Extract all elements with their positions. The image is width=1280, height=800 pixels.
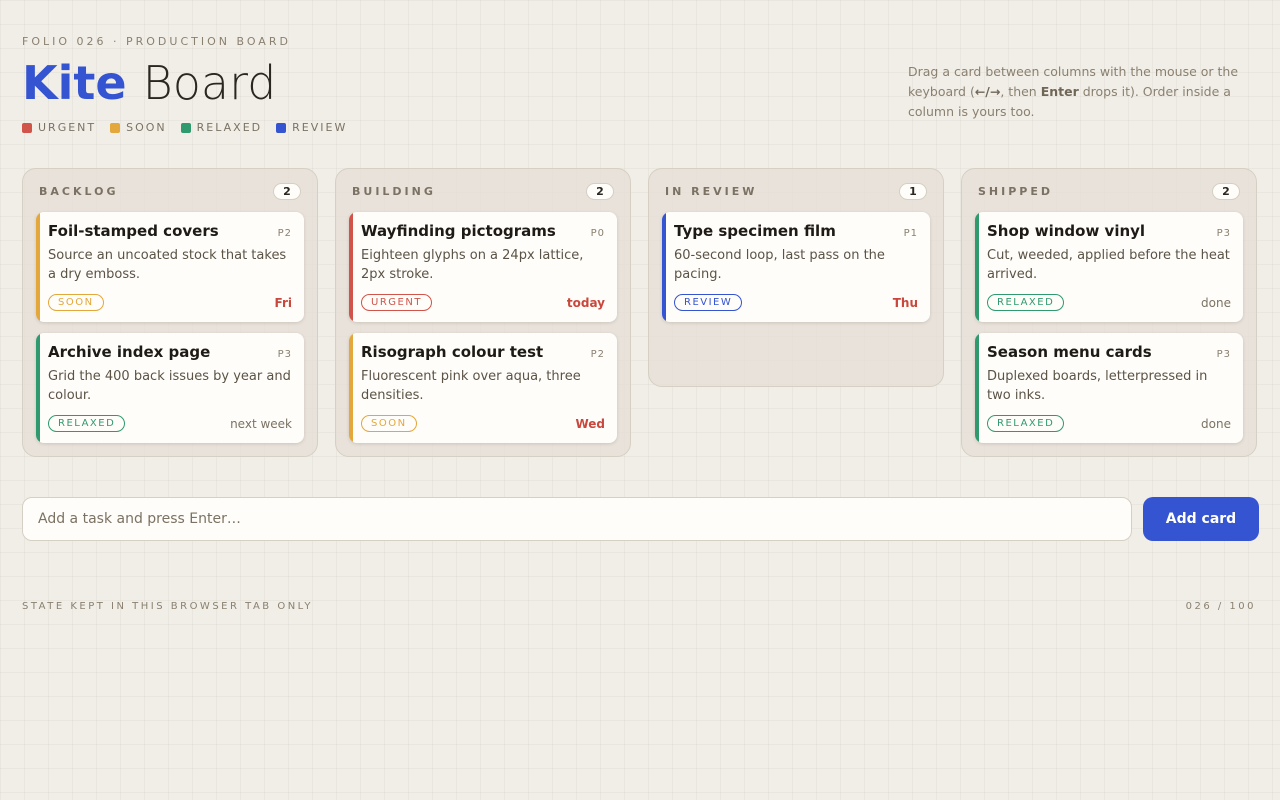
- card-title: Wayfinding pictograms: [361, 222, 556, 240]
- task-card[interactable]: Type specimen film P1 60-second loop, la…: [662, 212, 930, 322]
- title-brand: Kite: [22, 56, 127, 110]
- task-card[interactable]: Risograph colour test P2 Fluorescent pin…: [349, 333, 617, 443]
- column-count-badge: 1: [899, 182, 927, 200]
- card-description: Source an uncoated stock that takes a dr…: [48, 248, 287, 282]
- column-in-review[interactable]: IN REVIEW 1 Type specimen film P1 60-sec…: [648, 168, 944, 387]
- card-due: Wed: [575, 416, 605, 431]
- column-header: SHIPPED 2: [975, 181, 1243, 201]
- column-title: IN REVIEW: [665, 184, 758, 198]
- card-description: Duplexed boards, letterpressed in two in…: [987, 369, 1208, 403]
- task-card[interactable]: Archive index page P3 Grid the 400 back …: [36, 333, 304, 443]
- card-due: Thu: [892, 295, 918, 310]
- card-priority: P1: [903, 228, 918, 239]
- card-priority: P2: [590, 349, 605, 360]
- column-title: SHIPPED: [978, 184, 1053, 198]
- urgent-color-swatch: [22, 122, 32, 133]
- card-due: next week: [230, 416, 292, 431]
- relaxed-color-swatch: [180, 122, 191, 133]
- add-task-input[interactable]: [22, 497, 1132, 541]
- card-priority: P3: [1216, 228, 1231, 239]
- add-task-row: Add card: [22, 497, 1259, 541]
- task-card[interactable]: Shop window vinyl P3 Cut, weeded, applie…: [975, 212, 1243, 322]
- column-count-badge: 2: [273, 182, 301, 200]
- column-shipped[interactable]: SHIPPED 2 Shop window vinyl P3 Cut, weed…: [961, 168, 1257, 457]
- priority-bar: [349, 212, 353, 322]
- column-title: BUILDING: [352, 184, 436, 198]
- column-header: BUILDING 2: [349, 181, 617, 201]
- column-count-badge: 2: [586, 182, 614, 200]
- task-card[interactable]: Wayfinding pictograms P0 Eighteen glyphs…: [349, 212, 617, 322]
- legend-label: URGENT: [38, 121, 97, 134]
- add-card-button[interactable]: Add card: [1143, 497, 1259, 541]
- column-building[interactable]: BUILDING 2 Wayfinding pictograms P0 Eigh…: [335, 168, 631, 457]
- soon-color-swatch: [110, 122, 121, 133]
- column-title: BACKLOG: [39, 184, 119, 198]
- card-priority: P2: [277, 228, 292, 239]
- page-title: Kite Board: [22, 55, 276, 111]
- status-tag: RELAXED: [987, 294, 1065, 311]
- card-description: 60-second loop, last pass on the pacing.: [674, 248, 885, 282]
- hint-arrow-keys: ←/→: [974, 84, 1001, 99]
- priority-bar: [662, 212, 666, 322]
- card-title: Shop window vinyl: [987, 222, 1146, 240]
- status-tag: RELAXED: [987, 415, 1065, 432]
- hint-text: , then: [1000, 84, 1041, 99]
- card-title: Risograph colour test: [361, 343, 544, 361]
- legend-item-urgent: URGENT: [22, 121, 96, 134]
- task-card[interactable]: Foil-stamped covers P2 Source an uncoate…: [36, 212, 304, 322]
- legend-item-relaxed: RELAXED: [180, 121, 263, 134]
- card-due: done: [1201, 416, 1231, 431]
- folio-label: FOLIO 026 · PRODUCTION BOARD: [22, 35, 291, 48]
- card-due: Fri: [274, 295, 292, 310]
- card-description: Grid the 400 back issues by year and col…: [48, 369, 291, 403]
- column-backlog[interactable]: BACKLOG 2 Foil-stamped covers P2 Source …: [22, 168, 318, 457]
- status-tag: RELAXED: [48, 415, 126, 432]
- storage-note: STATE KEPT IN THIS BROWSER TAB ONLY: [22, 601, 314, 612]
- card-title: Foil-stamped covers: [48, 222, 219, 240]
- priority-bar: [975, 212, 979, 322]
- legend-item-review: REVIEW: [276, 121, 347, 134]
- status-tag: REVIEW: [674, 294, 743, 311]
- legend-label: RELAXED: [196, 121, 263, 134]
- priority-legend: URGENT SOON RELAXED REVIEW: [22, 121, 347, 134]
- card-priority: P3: [1216, 349, 1231, 360]
- board-columns: BACKLOG 2 Foil-stamped covers P2 Source …: [22, 168, 1257, 457]
- card-priority: P3: [277, 349, 292, 360]
- hint-enter-key: Enter: [1040, 84, 1079, 99]
- column-count-badge: 2: [1212, 182, 1240, 200]
- keyboard-hint: Drag a card between columns with the mou…: [908, 62, 1248, 122]
- folio-counter: 026 / 100: [1185, 601, 1256, 612]
- legend-item-soon: SOON: [110, 121, 167, 134]
- review-color-swatch: [276, 122, 287, 133]
- card-title: Archive index page: [48, 343, 211, 361]
- card-priority: P0: [590, 228, 605, 239]
- column-header: BACKLOG 2: [36, 181, 304, 201]
- task-card[interactable]: Season menu cards P3 Duplexed boards, le…: [975, 333, 1243, 443]
- card-title: Season menu cards: [987, 343, 1152, 361]
- priority-bar: [975, 333, 979, 443]
- priority-bar: [36, 333, 40, 443]
- card-due: today: [566, 295, 605, 310]
- priority-bar: [349, 333, 353, 443]
- legend-label: REVIEW: [292, 121, 348, 134]
- column-header: IN REVIEW 1: [662, 181, 930, 201]
- legend-label: SOON: [126, 121, 167, 134]
- title-rest: Board: [142, 56, 277, 110]
- status-tag: URGENT: [361, 294, 432, 311]
- card-description: Fluorescent pink over aqua, three densit…: [361, 369, 581, 403]
- card-description: Cut, weeded, applied before the heat arr…: [987, 248, 1230, 282]
- card-title: Type specimen film: [674, 222, 836, 240]
- card-due: done: [1201, 295, 1231, 310]
- priority-bar: [36, 212, 40, 322]
- card-description: Eighteen glyphs on a 24px lattice, 2px s…: [361, 248, 584, 282]
- status-tag: SOON: [361, 415, 417, 432]
- status-tag: SOON: [48, 294, 104, 311]
